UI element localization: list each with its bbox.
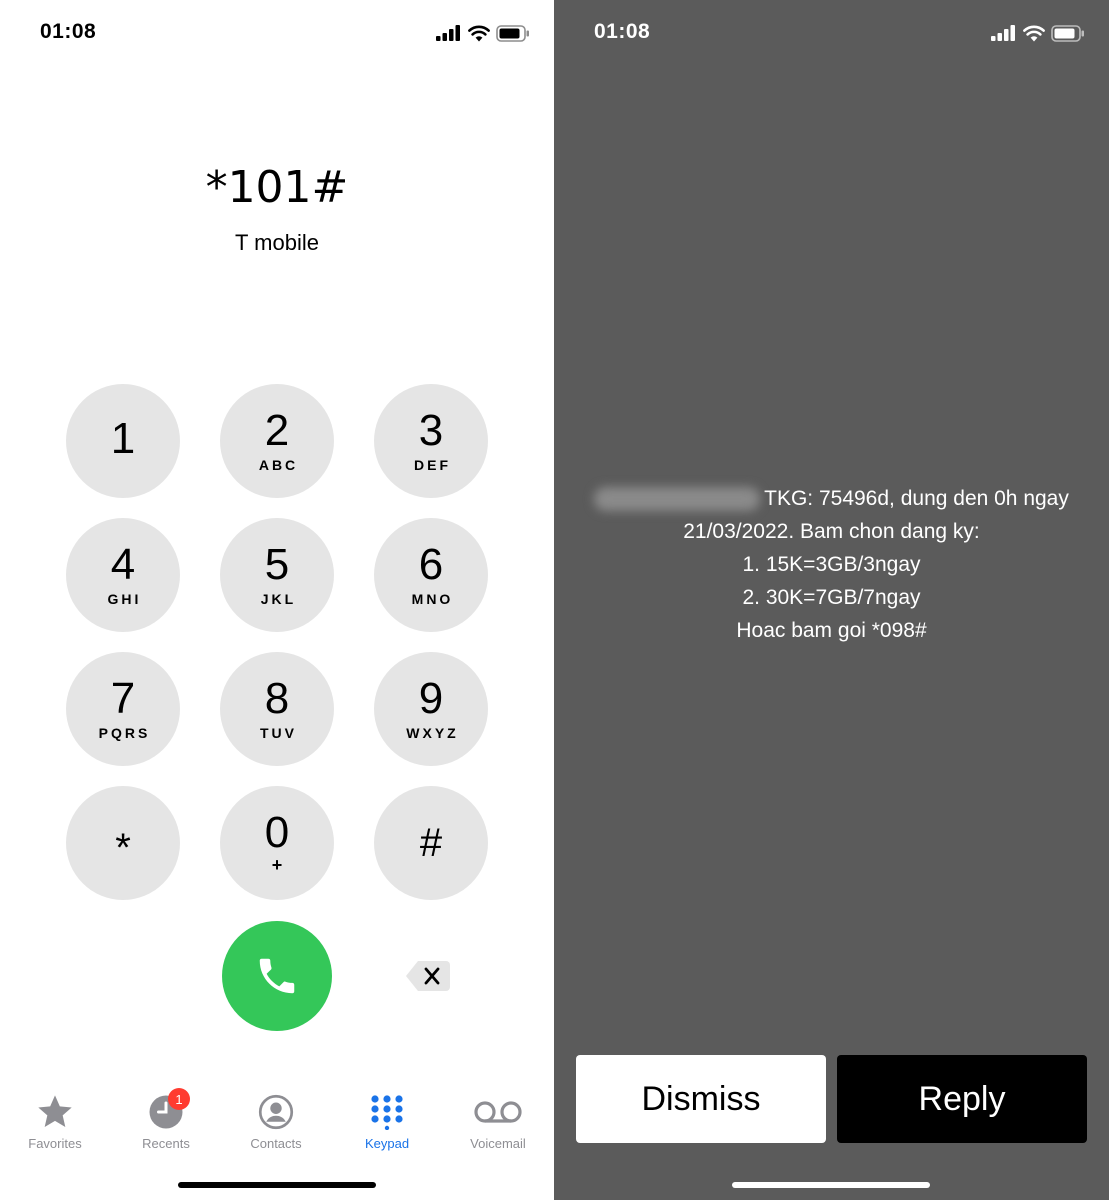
home-indicator[interactable] [178,1182,376,1188]
key-digit: 7 [110,674,136,723]
dialer-screen: 01:08 *101# T mobile 1 2 ABC 3 DEF 4 GHI… [0,0,554,1200]
message-line: Hoac bam goi *098# [736,619,927,642]
wifi-icon [1023,25,1045,41]
tab-favorites[interactable]: Favorites [5,1090,105,1160]
call-button[interactable] [222,921,332,1031]
key-letters: ABC [258,457,299,473]
key-digit: * [115,826,131,870]
key-digit: 1 [110,414,136,463]
ussd-message: TKG: 75496d, dung den 0h ngay 21/03/2022… [574,482,1089,647]
redacted-text [594,487,761,512]
battery-icon [496,24,529,42]
delete-button[interactable] [404,958,452,994]
phone-icon [259,958,295,994]
cellular-signal-icon [436,25,460,41]
key-letters: MNO [411,591,454,607]
battery-icon [1051,24,1084,42]
key-digit: 9 [418,674,444,723]
key-letters: GHI [107,591,142,607]
tab-label: Contacts [250,1136,302,1151]
tab-bar: Favorites 1 Recents Contacts Keypad Voic… [0,1088,554,1160]
message-line: 1. 15K=3GB/3ngay [742,553,921,576]
key-2[interactable]: 2 ABC [220,384,334,498]
status-icons [991,22,1085,44]
key-star[interactable]: * [66,786,180,900]
recents-badge: 1 [168,1088,190,1110]
status-time: 01:08 [594,20,651,43]
key-digit: 2 [264,406,290,455]
key-digit: # [419,821,443,865]
tab-label: Keypad [364,1136,410,1151]
key-letters: DEF [414,457,451,473]
tab-keypad[interactable]: Keypad [337,1090,437,1160]
person-circle-icon [258,1094,294,1130]
status-icons [436,22,530,44]
cellular-signal-icon [991,25,1015,41]
tab-contacts[interactable]: Contacts [226,1090,326,1160]
key-8[interactable]: 8 TUV [220,652,334,766]
message-line: 21/03/2022. Bam chon dang ky: [683,520,980,543]
key-digit: 0 [264,807,290,857]
key-letters: TUV [260,725,297,741]
key-letters: WXYZ [406,725,459,741]
star-icon [38,1095,72,1127]
tab-voicemail[interactable]: Voicemail [448,1090,548,1160]
keypad-grid-icon [371,1095,403,1130]
tab-recents[interactable]: 1 Recents [116,1088,216,1160]
key-5[interactable]: 5 JKL [220,518,334,632]
key-6[interactable]: 6 MNO [374,518,488,632]
key-hash[interactable]: # [374,786,488,900]
tab-label: Recents [142,1136,190,1151]
backspace-icon [406,961,450,991]
key-letters: PQRS [98,725,151,741]
status-time: 01:08 [40,20,97,43]
voicemail-icon [474,1101,522,1123]
key-1[interactable]: 1 [66,384,180,498]
wifi-icon [468,25,490,41]
key-digit: 5 [264,540,290,589]
key-4[interactable]: 4 GHI [66,518,180,632]
carrier-label: T mobile [235,230,319,255]
message-line: TKG: 75496d, dung den 0h ngay [574,482,1089,515]
key-0[interactable]: 0 + [220,786,334,900]
dialed-number: *101# [205,162,349,213]
tab-label: Favorites [28,1136,82,1151]
key-3[interactable]: 3 DEF [374,384,488,498]
key-letters: + [271,854,283,875]
dismiss-button[interactable]: Dismiss [576,1055,826,1143]
key-digit: 4 [110,540,136,589]
key-digit: 8 [264,674,290,723]
key-digit: 3 [418,406,444,455]
reply-button[interactable]: Reply [837,1055,1087,1143]
message-line: 2. 30K=7GB/7ngay [742,586,921,609]
key-digit: 6 [418,540,444,589]
key-9[interactable]: 9 WXYZ [374,652,488,766]
key-7[interactable]: 7 PQRS [66,652,180,766]
ussd-screen: 01:08 TKG: 75496d, dung den 0h ngay 21/0… [554,0,1109,1200]
home-indicator[interactable] [732,1182,930,1188]
key-letters: JKL [260,591,297,607]
tab-label: Voicemail [470,1136,526,1151]
